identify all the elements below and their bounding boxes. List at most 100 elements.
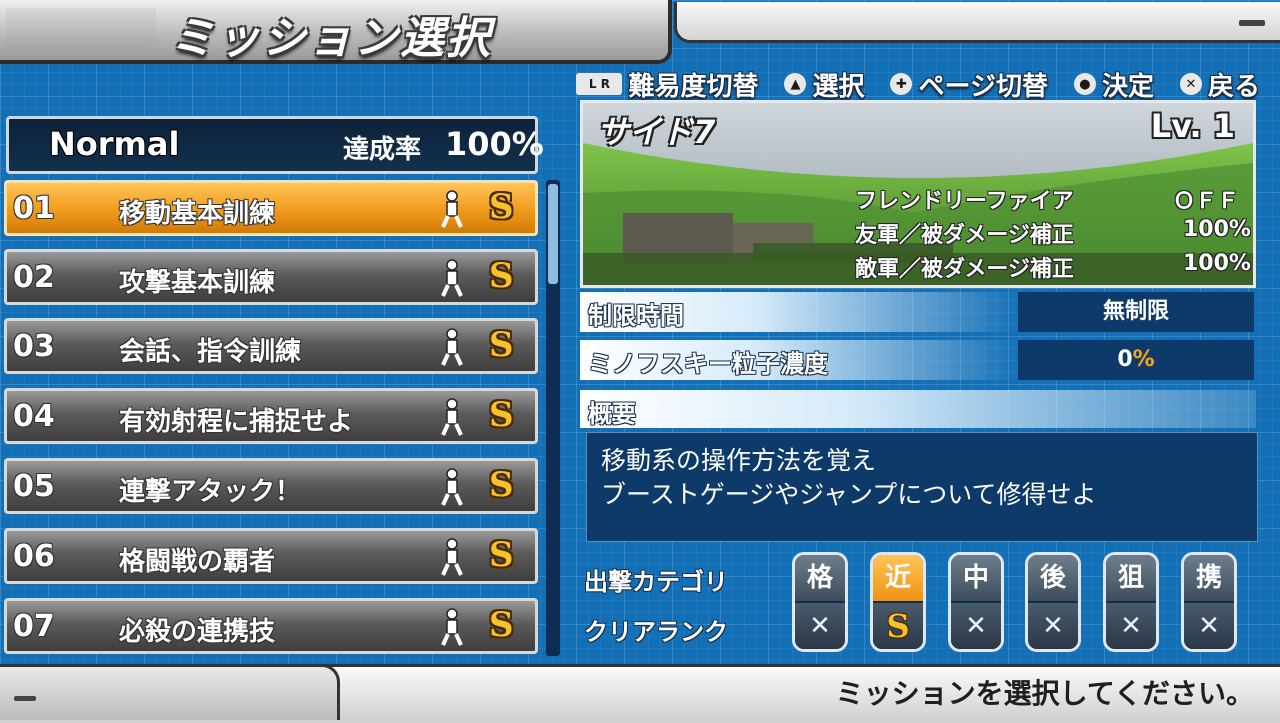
mission-row[interactable]: 06 格闘戦の覇者 S [4,528,538,584]
completion-rate: 100% [445,125,544,163]
difficulty-name: Normal [49,125,180,163]
minovsky-unit: % [1132,347,1155,372]
category-rank: S [873,603,923,649]
mission-row[interactable]: 07 必殺の連携技 S [4,598,538,654]
friendly-fire-value: ＯＦＦ [1173,189,1240,214]
category-name: 狙 [1106,555,1156,601]
minovsky-label-bg: ミノフスキー粒子濃度 [580,340,1020,380]
mission-number: 06 [13,539,55,574]
enemy-damage-value: 100% [1183,251,1251,276]
ally-damage-value: 100% [1183,217,1251,242]
hint-label: ページ切替 [918,71,1048,102]
summary-line: ブーストゲージやジャンプについて修得せよ [601,480,1097,509]
hint-back: ✕ 戻る [1179,66,1260,103]
hint-confirm: ● 決定 [1073,66,1154,103]
mission-number: 02 [13,260,55,295]
mission-name: 攻撃基本訓練 [119,268,276,298]
mission-number: 01 [13,191,55,226]
summary-box: 移動系の操作方法を覚え ブーストゲージやジャンプについて修得せよ [586,432,1258,542]
mission-row[interactable]: 01 移動基本訓練 S [4,180,538,236]
category-rank: ✕ [1106,603,1156,649]
list-scrollbar[interactable] [546,180,560,656]
mission-row[interactable]: 03 会話、指令訓練 S [4,318,538,374]
single-player-icon [441,259,463,297]
controls-hint-row: L R 難易度切替 ▲ 選択 ✚ ページ切替 ● 決定 ✕ 戻る [576,64,1260,104]
mission-name: 必殺の連携技 [119,617,276,647]
dash-icon [14,696,36,701]
rank-badge: S [489,325,514,365]
rank-badge: S [489,465,514,505]
mission-row[interactable]: 05 連撃アタック！ S [4,458,538,514]
category-cell: 狙 ✕ [1103,552,1159,652]
footer-message: ミッションを選択してください。 [835,677,1254,710]
category-cell: 後 ✕ [1025,552,1081,652]
single-player-icon [441,538,463,576]
category-name: 近 [873,555,923,601]
dpad-icon: ✚ [890,73,913,95]
lr-button-icon: L R [576,73,623,95]
hint-label: 難易度切替 [628,71,759,102]
mission-name: 移動基本訓練 [119,199,276,229]
category-cell: 近 S [870,552,926,652]
category-rank: ✕ [795,603,845,649]
summary-label: 概要 [588,400,636,428]
map-preview: サイド7 Lv. 1 フレンドリーファイア ＯＦＦ 友軍／被ダメージ補正 100… [580,100,1256,288]
footer-notch [0,664,340,720]
mission-row[interactable]: 04 有効射程に捕捉せよ S [4,388,538,444]
single-player-icon [441,608,463,646]
category-name: 携 [1184,555,1234,601]
clear-rank-label: クリアランク [584,618,728,646]
category-name: 格 [795,555,845,601]
difficulty-header[interactable]: Normal 達成率 100% [6,116,544,174]
mission-name: 有効射程に捕捉せよ [119,407,354,437]
summary-line: 移動系の操作方法を覚え [601,446,877,475]
hint-select: ▲ 選択 [784,66,864,103]
time-limit-value: 無制限 [1018,292,1254,332]
mission-number: 03 [13,329,55,364]
category-name: 後 [1028,555,1078,601]
category-cell: 携 ✕ [1181,552,1237,652]
rank-badge: S [489,187,514,227]
category-name: 中 [951,555,1001,601]
scrollbar-thumb[interactable] [548,184,558,284]
circle-button-icon: ● [1073,73,1096,95]
category-rank: ✕ [1028,603,1078,649]
completion-rate-label: 達成率 [343,135,422,165]
cross-button-icon: ✕ [1179,73,1202,95]
mission-number: 05 [13,469,55,504]
mission-name: 会話、指令訓練 [119,337,302,367]
time-limit-label-bg: 制限時間 [580,292,1020,332]
single-player-icon [441,468,463,506]
mission-number: 04 [13,399,55,434]
sortie-category-label: 出撃カテゴリ [584,568,728,596]
rank-badge: S [489,605,514,645]
minovsky-number: 0 [1117,347,1133,372]
time-limit-row: 制限時間 無制限 [580,292,1256,332]
category-cell: 格 ✕ [792,552,848,652]
triangle-button-icon: ▲ [784,73,807,95]
minovsky-row: ミノフスキー粒子濃度 0% [580,340,1256,380]
time-limit-label: 制限時間 [588,302,684,330]
rank-badge: S [489,395,514,435]
single-player-icon [441,190,463,228]
hint-difficulty-switch: L R 難易度切替 [576,66,758,103]
rank-badge: S [489,535,514,575]
mission-name: 連撃アタック！ [119,477,302,507]
hint-page-switch: ✚ ページ切替 [890,66,1048,103]
minovsky-label: ミノフスキー粒子濃度 [588,350,828,378]
title-notch [6,8,156,48]
category-rank: ✕ [1184,603,1234,649]
single-player-icon [441,398,463,436]
page-title: ミッション選択 [170,13,492,64]
map-level: Lv. 1 [1150,107,1235,145]
minovsky-value: 0% [1018,340,1254,380]
hint-label: 戻る [1207,71,1260,102]
top-right-bar [674,2,1280,43]
mission-name: 格闘戦の覇者 [119,547,276,577]
category-cell: 中 ✕ [948,552,1004,652]
category-rank: ✕ [951,603,1001,649]
mission-row[interactable]: 02 攻撃基本訓練 S [4,249,538,305]
hint-label: 決定 [1101,71,1154,102]
mission-number: 07 [13,609,55,644]
map-name: サイド7 [597,113,716,151]
